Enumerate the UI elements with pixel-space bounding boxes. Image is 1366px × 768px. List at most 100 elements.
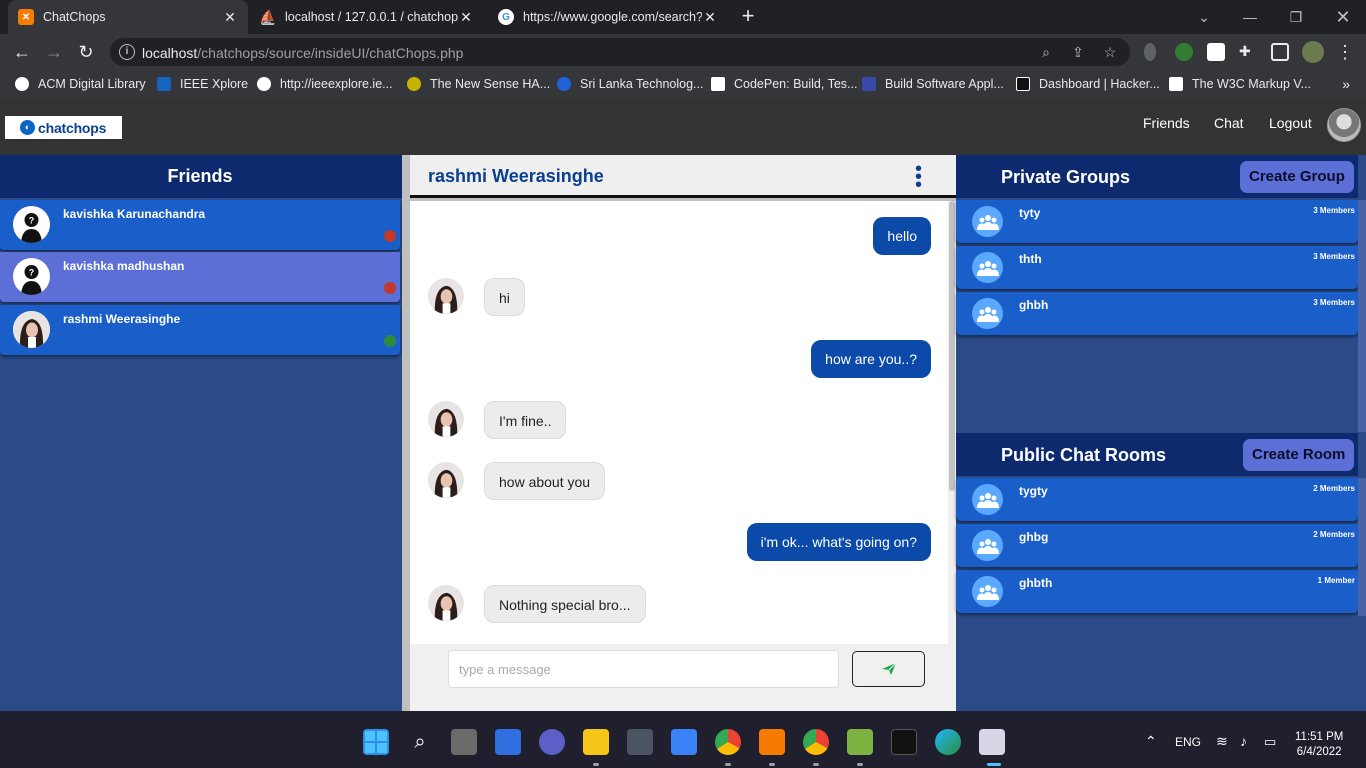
back-icon[interactable]: ←: [10, 40, 34, 64]
more-options-icon[interactable]: • • •: [915, 159, 922, 195]
friend-item[interactable]: ? kavishka Karunachandra: [0, 200, 400, 250]
chatchops-app: ◐ chatchops Friends Chat Logout Friends …: [0, 98, 1366, 711]
create-room-button[interactable]: Create Room: [1242, 438, 1356, 472]
teams-chat-icon[interactable]: [539, 729, 565, 755]
bookmark-acm[interactable]: ACM Digital Library: [15, 76, 146, 92]
extension-icon[interactable]: [1144, 43, 1156, 61]
new-tab-icon[interactable]: +: [737, 5, 759, 27]
friend-item[interactable]: ? kavishka madhushan: [0, 252, 400, 302]
forward-icon[interactable]: →: [42, 40, 66, 64]
bookmark-star-icon[interactable]: ☆: [1101, 43, 1119, 61]
more-bookmarks-icon[interactable]: »: [1342, 76, 1350, 92]
online-status-icon: [384, 335, 396, 347]
user-avatar[interactable]: [1327, 108, 1361, 142]
bookmark-build-software[interactable]: Build Software Appl...: [862, 76, 1004, 92]
send-button[interactable]: [852, 651, 925, 687]
tab-google-search[interactable]: G https://www.google.com/search? ✕: [488, 0, 728, 34]
friends-header: Friends: [0, 155, 402, 198]
running-indicator: [813, 763, 819, 766]
zoom-icon[interactable]: ⌕: [1037, 43, 1055, 61]
bookmark-hackerrank[interactable]: Dashboard | Hacker...: [1016, 76, 1160, 92]
outgoing-message: hello: [873, 217, 931, 255]
room-item[interactable]: ghbg 2 Members: [956, 524, 1358, 567]
extensions-puzzle-icon[interactable]: ✚: [1239, 43, 1257, 61]
url-text[interactable]: localhost/chatchops/source/insideUI/chat…: [142, 45, 463, 61]
share-icon[interactable]: ⇪: [1069, 43, 1087, 61]
close-tab-icon[interactable]: ✕: [702, 9, 718, 26]
room-member-count: 1 Member: [1317, 576, 1355, 585]
tab-chatchops[interactable]: ✕ ChatChops ✕: [8, 0, 248, 34]
omnibox[interactable]: i localhost/chatchops/source/insideUI/ch…: [110, 38, 1130, 66]
message-input[interactable]: [448, 650, 839, 688]
terminal-icon[interactable]: [891, 729, 917, 755]
tree-extension-icon[interactable]: [1175, 43, 1193, 61]
group-icon: [972, 530, 1003, 561]
tray-overflow-icon[interactable]: ⌃: [1145, 733, 1157, 750]
battery-icon[interactable]: ▭: [1264, 734, 1276, 750]
profile-avatar-icon[interactable]: [1302, 41, 1324, 63]
message-composer: [410, 644, 956, 711]
chrome-menu-icon[interactable]: ⋮: [1333, 40, 1357, 64]
new-sense-icon: [407, 77, 421, 91]
bookmark-ieeexplore-url[interactable]: http://ieeexplore.ie...: [257, 76, 393, 92]
edge-icon[interactable]: [935, 729, 961, 755]
wifi-icon[interactable]: ≋: [1216, 733, 1228, 750]
night-light-icon[interactable]: [627, 729, 653, 755]
create-group-button[interactable]: Create Group: [1239, 160, 1355, 194]
group-item[interactable]: thth 3 Members: [956, 246, 1358, 289]
message-list[interactable]: hello hi how are you..? I'm fine.. how a…: [410, 201, 948, 644]
app-icon[interactable]: [671, 729, 697, 755]
chrome-profile-icon[interactable]: [803, 729, 829, 755]
group-item[interactable]: tyty 3 Members: [956, 200, 1358, 243]
snipping-tool-icon[interactable]: [979, 729, 1005, 755]
close-tab-icon[interactable]: ✕: [458, 9, 474, 26]
reload-icon[interactable]: ↻: [74, 40, 98, 64]
private-groups-scrollbar[interactable]: [1358, 200, 1366, 432]
nav-chat-link[interactable]: Chat: [1214, 115, 1244, 131]
room-item[interactable]: tygty 2 Members: [956, 478, 1358, 521]
close-tab-icon[interactable]: ✕: [222, 9, 238, 26]
file-explorer-icon[interactable]: [583, 729, 609, 755]
close-window-icon[interactable]: ✕: [1320, 0, 1366, 34]
bookmark-codepen[interactable]: CodePen: Build, Tes...: [711, 76, 857, 92]
room-member-count: 2 Members: [1313, 530, 1355, 539]
chatchops-logo[interactable]: ◐ chatchops: [5, 116, 122, 139]
minimize-icon[interactable]: —: [1227, 0, 1273, 34]
contact-avatar: [428, 585, 464, 621]
friend-photo-avatar: [13, 311, 50, 348]
friend-item[interactable]: rashmi Weerasinghe: [0, 305, 400, 355]
side-panel-icon[interactable]: [1271, 43, 1289, 61]
task-view-icon[interactable]: [451, 729, 477, 755]
chat-scrollbar[interactable]: [948, 201, 956, 644]
public-rooms-title: Public Chat Rooms: [1001, 445, 1167, 465]
site-info-icon[interactable]: i: [119, 44, 135, 60]
svg-text:?: ?: [29, 216, 35, 226]
nav-logout-link[interactable]: Logout: [1269, 115, 1312, 131]
tab-phpmyadmin[interactable]: ⛵ localhost / 127.0.0.1 / chatchops ✕: [250, 0, 484, 34]
group-item[interactable]: ghbh 3 Members: [956, 292, 1358, 335]
chat-header: rashmi Weerasinghe • • •: [410, 155, 956, 198]
start-icon[interactable]: [363, 729, 389, 755]
windows-taskbar: ⌕ ⌃ ENG ≋ ♪ ▭ 11:51 PM 6/4/2022: [0, 711, 1366, 768]
notepad-icon[interactable]: [847, 729, 873, 755]
bookmark-new-sense[interactable]: The New Sense HA...: [407, 76, 550, 92]
nav-friends-link[interactable]: Friends: [1143, 115, 1190, 131]
system-clock[interactable]: 11:51 PM 6/4/2022: [1295, 730, 1343, 760]
widgets-icon[interactable]: [495, 729, 521, 755]
restore-icon[interactable]: ❐: [1273, 0, 1319, 34]
chrome-icon[interactable]: [715, 729, 741, 755]
bookmark-ieee-xplore[interactable]: IEEE Xplore: [157, 76, 248, 92]
bookmark-sri-lanka-tech[interactable]: Sri Lanka Technolog...: [557, 76, 703, 92]
b-extension-icon[interactable]: [1207, 43, 1225, 61]
tab-search-icon[interactable]: ⌄: [1181, 0, 1227, 34]
public-rooms-scrollbar[interactable]: [1358, 478, 1366, 616]
group-member-count: 3 Members: [1313, 252, 1355, 261]
xampp-icon[interactable]: [759, 729, 785, 755]
search-icon[interactable]: ⌕: [407, 729, 433, 755]
volume-icon[interactable]: ♪: [1240, 733, 1247, 749]
language-indicator[interactable]: ENG: [1175, 735, 1201, 749]
scrollbar-thumb[interactable]: [949, 201, 955, 491]
groups-panel: Private Groups Create Group tyty 3 Membe…: [956, 155, 1366, 711]
room-item[interactable]: ghbth 1 Member: [956, 570, 1358, 613]
bookmark-w3c-validator[interactable]: The W3C Markup V...: [1169, 76, 1311, 92]
